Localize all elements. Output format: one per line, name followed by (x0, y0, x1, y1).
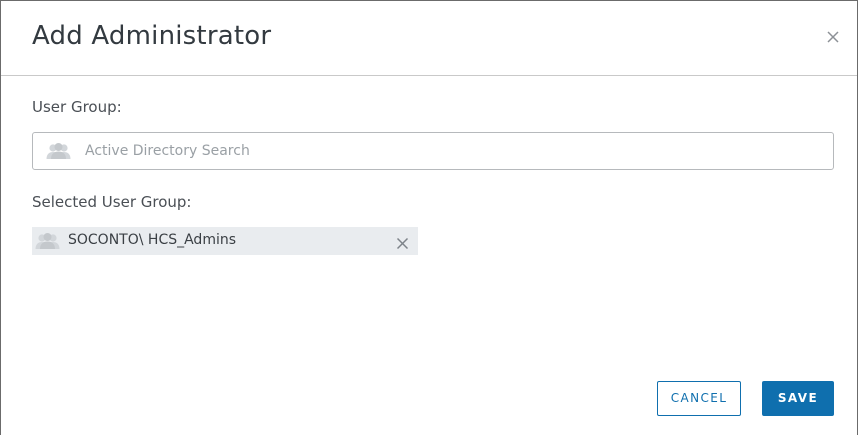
remove-icon (396, 237, 409, 250)
selected-user-group-label: Selected User Group: (32, 193, 192, 211)
dialog-title: Add Administrator (32, 21, 272, 51)
selected-group-chip: SOCONTO\ HCS_Admins (32, 227, 418, 255)
remove-group-button[interactable] (396, 235, 409, 250)
close-button[interactable] (825, 29, 841, 45)
search-input[interactable] (85, 133, 825, 169)
close-icon (827, 31, 839, 43)
save-button[interactable]: SAVE (762, 381, 834, 416)
user-group-icon (46, 143, 71, 159)
user-group-icon (35, 233, 60, 249)
selected-group-name: SOCONTO\ HCS_Admins (68, 232, 237, 248)
user-group-label: User Group: (32, 98, 122, 116)
add-administrator-dialog: Add Administrator User Group: Selected U… (0, 0, 858, 435)
active-directory-search-field[interactable] (32, 132, 834, 170)
cancel-button[interactable]: CANCEL (657, 381, 741, 416)
dialog-header: Add Administrator (1, 1, 857, 76)
